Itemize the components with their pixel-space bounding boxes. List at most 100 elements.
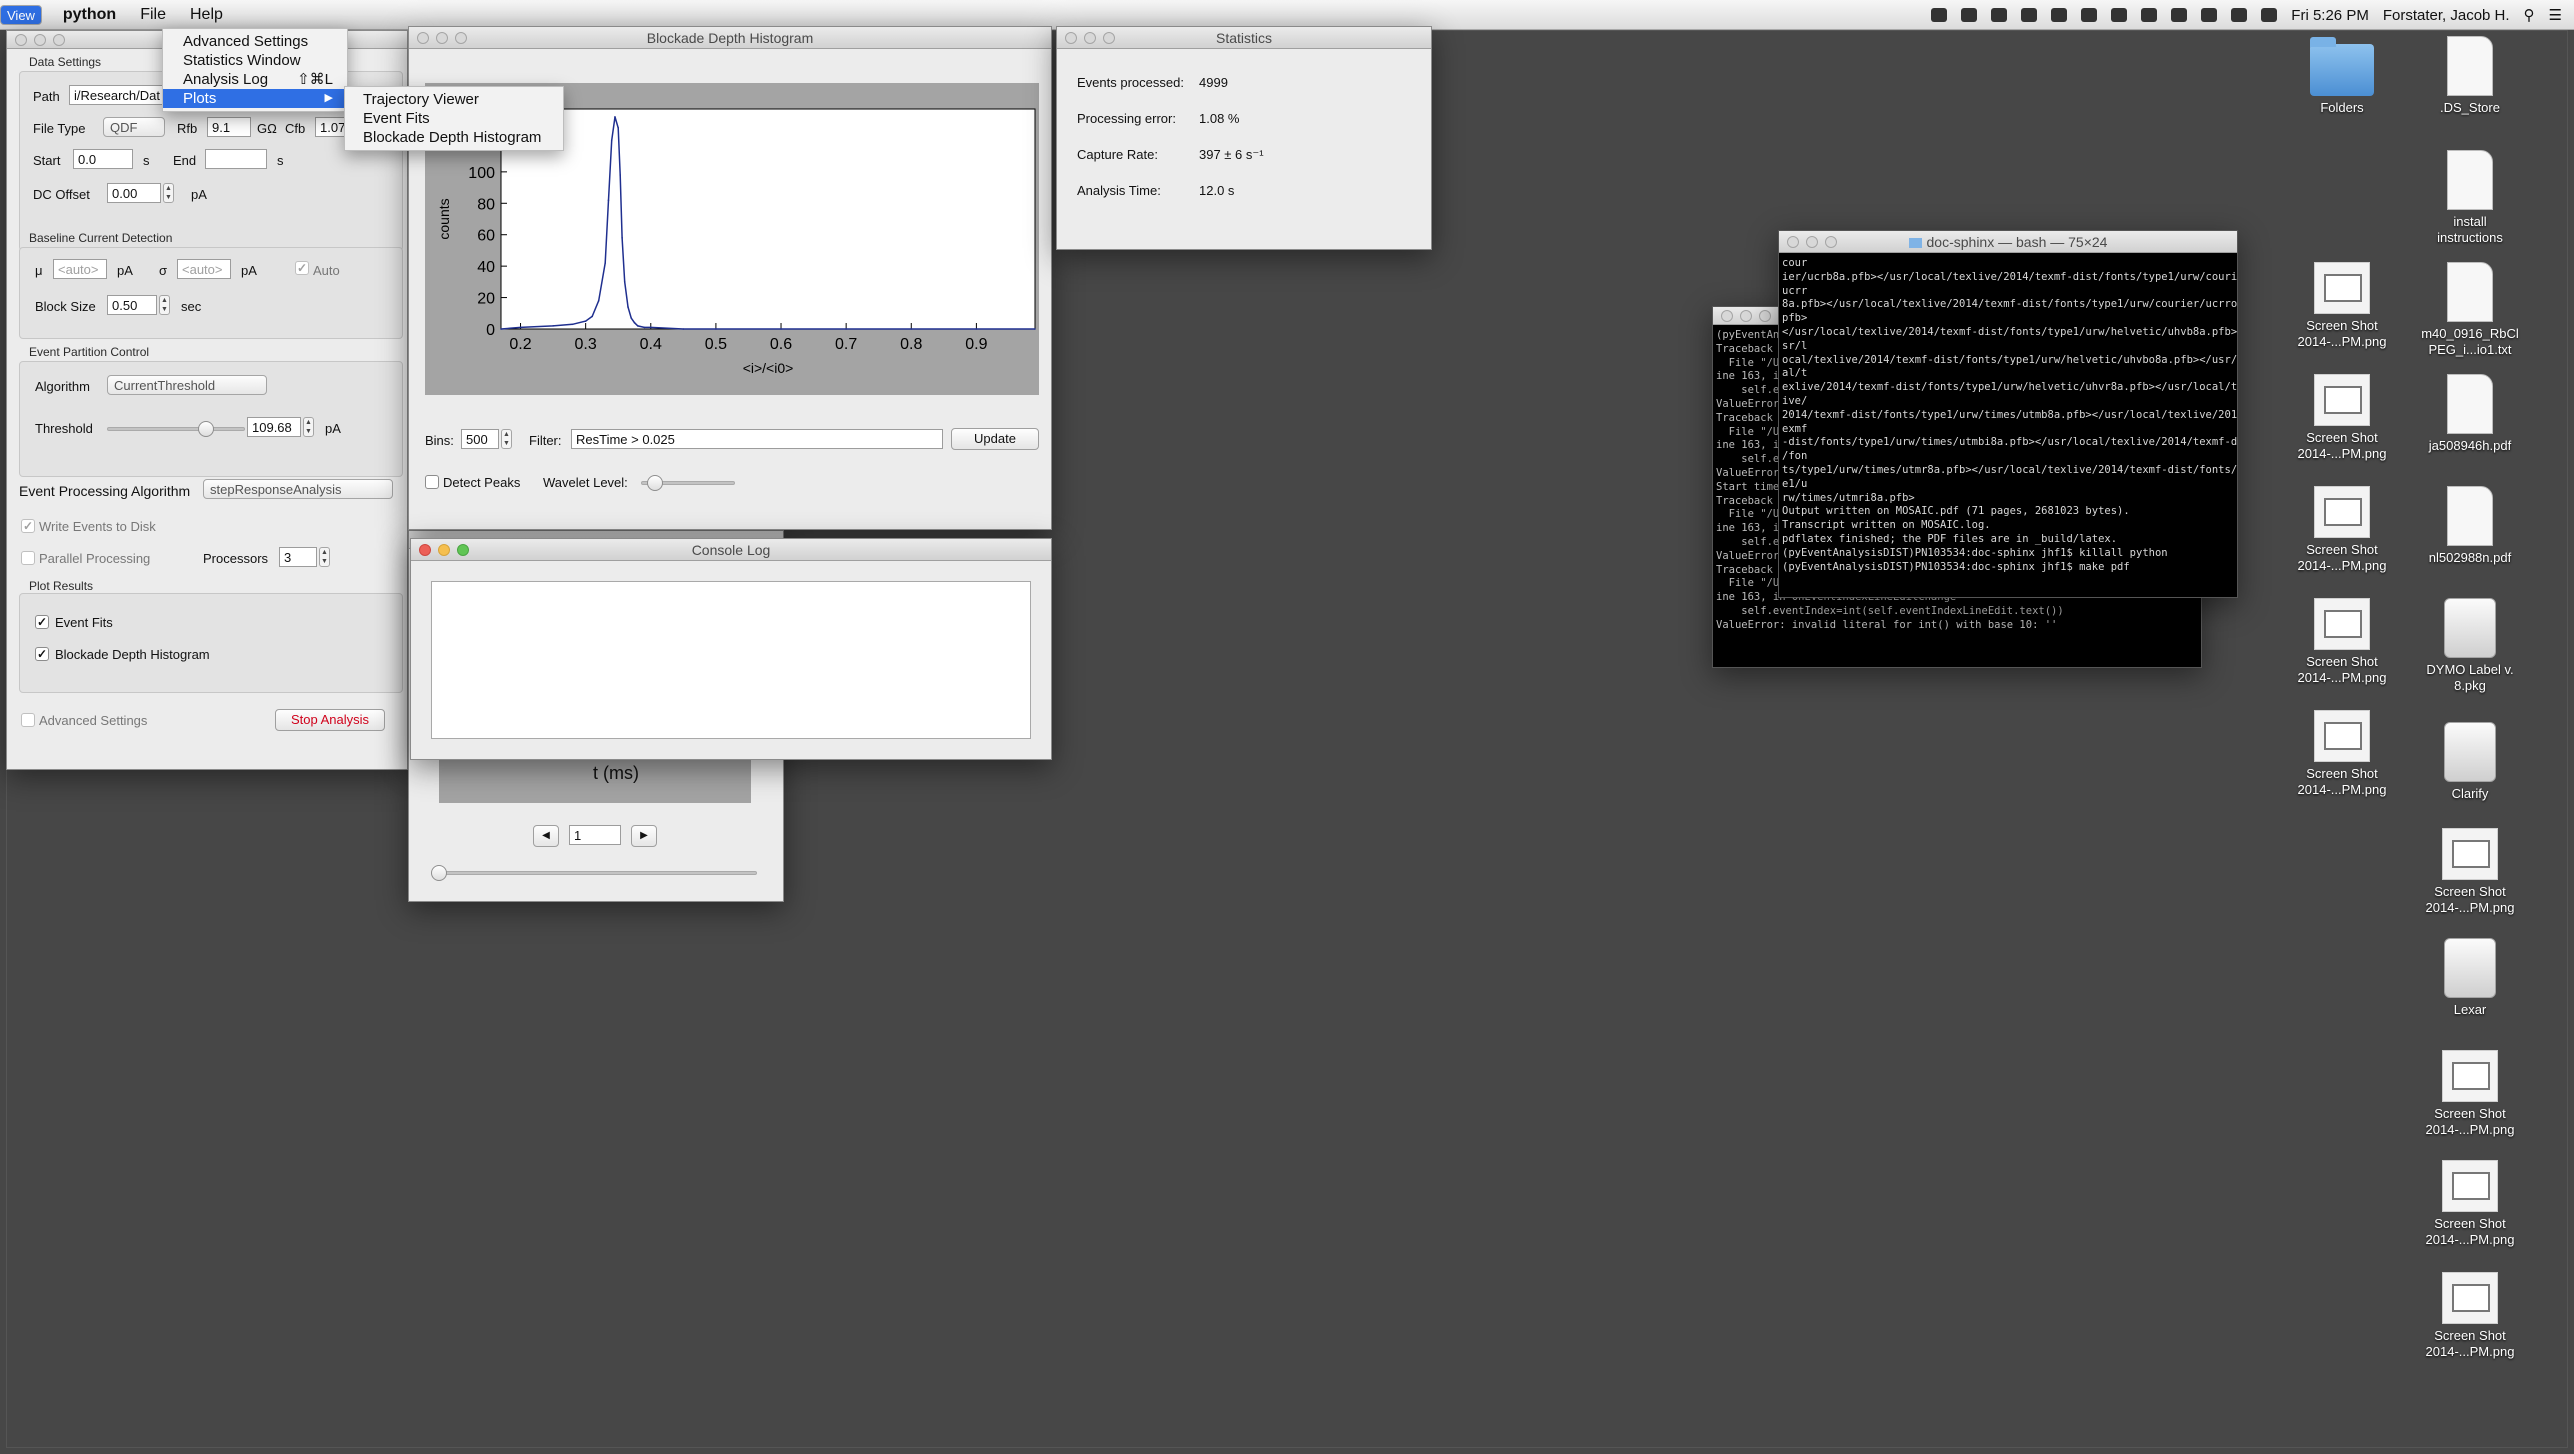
minimize-button[interactable]: [1740, 310, 1752, 322]
clock[interactable]: Fri 5:26 PM: [2291, 7, 2369, 24]
auto-checkbox[interactable]: ✓: [295, 261, 309, 275]
event-slider[interactable]: [433, 871, 757, 875]
file-type-select[interactable]: QDF: [103, 117, 165, 137]
processing-alg-select[interactable]: stepResponseAnalysis: [203, 479, 393, 499]
desktop-icon[interactable]: install instructions: [2420, 150, 2520, 246]
desktop-icon[interactable]: Folders: [2292, 37, 2392, 116]
desktop-icon[interactable]: DYMO Label v. 8.pkg: [2420, 598, 2520, 694]
title-bar[interactable]: Blockade Depth Histogram: [409, 27, 1051, 49]
algorithm-select[interactable]: CurrentThreshold: [107, 375, 267, 395]
close-button[interactable]: [417, 32, 429, 44]
desktop-icon[interactable]: Screen Shot 2014-...PM.png: [2292, 710, 2392, 798]
file-menu[interactable]: File: [128, 0, 178, 30]
close-button[interactable]: [1065, 32, 1077, 44]
menu-item-analysis-log[interactable]: Analysis Log ⇧⌘L: [163, 70, 347, 89]
zoom-button[interactable]: [1103, 32, 1115, 44]
terminal-output[interactable]: cour ier/ucrb8a.pfb></usr/local/texlive/2…: [1779, 257, 2237, 595]
desktop-icon[interactable]: Lexar: [2420, 938, 2520, 1018]
app-menu[interactable]: python: [51, 0, 128, 30]
processors-stepper[interactable]: ▲ ▼: [319, 547, 330, 567]
zoom-button[interactable]: [455, 32, 467, 44]
detect-peaks-checkbox[interactable]: [425, 475, 439, 489]
dc-offset-field[interactable]: 0.00: [107, 183, 161, 203]
desktop-icon[interactable]: Screen Shot 2014-...PM.png: [2420, 1272, 2520, 1360]
mu-field[interactable]: <auto>: [53, 259, 107, 279]
title-bar[interactable]: doc-sphinx — bash — 75×24: [1779, 231, 2237, 253]
desktop-icon[interactable]: Screen Shot 2014-...PM.png: [2420, 1050, 2520, 1138]
close-button[interactable]: [15, 34, 27, 46]
end-field[interactable]: [205, 149, 267, 169]
dc-offset-stepper[interactable]: ▲ ▼: [163, 183, 174, 203]
tray-icon[interactable]: [2141, 8, 2158, 22]
desktop-icon[interactable]: m40_0916_RbCl PEG_i...io1.txt: [2420, 262, 2520, 358]
advanced-settings-checkbox[interactable]: [21, 713, 35, 727]
desktop-icon[interactable]: Screen Shot 2014-...PM.png: [2420, 1160, 2520, 1248]
tray-icon[interactable]: [2081, 8, 2098, 22]
menu-item-advanced-settings[interactable]: Advanced Settings: [163, 32, 347, 51]
desktop-icon[interactable]: Screen Shot 2014-...PM.png: [2420, 828, 2520, 916]
zoom-button[interactable]: [1825, 236, 1837, 248]
tray-icon[interactable]: [1961, 8, 1978, 22]
menu-item-plots[interactable]: Plots ▶: [163, 89, 347, 108]
close-button[interactable]: [419, 544, 431, 556]
menu-item-trajectory-viewer[interactable]: Trajectory Viewer: [345, 90, 563, 109]
desktop-icon[interactable]: Screen Shot 2014-...PM.png: [2292, 598, 2392, 686]
title-bar[interactable]: Statistics: [1057, 27, 1431, 49]
title-bar[interactable]: Console Log: [411, 539, 1051, 561]
update-button[interactable]: Update: [951, 428, 1039, 450]
user-name[interactable]: Forstater, Jacob H.: [2383, 7, 2510, 24]
desktop-icon[interactable]: nl502988n.pdf: [2420, 486, 2520, 566]
block-size-stepper[interactable]: ▲ ▼: [159, 295, 170, 315]
tray-icon[interactable]: [2051, 8, 2068, 22]
event-slider-knob[interactable]: [431, 865, 447, 881]
wavelet-slider-knob[interactable]: [647, 475, 664, 491]
minimize-button[interactable]: [436, 32, 448, 44]
prev-event-button[interactable]: ◀: [533, 825, 559, 847]
desktop-icon[interactable]: .DS_Store: [2420, 36, 2520, 116]
tray-icon[interactable]: [2021, 8, 2038, 22]
parallel-checkbox[interactable]: [21, 551, 35, 565]
desktop-icon[interactable]: ja508946h.pdf: [2420, 374, 2520, 454]
zoom-button[interactable]: [457, 544, 469, 556]
desktop-icon[interactable]: Screen Shot 2014-...PM.png: [2292, 486, 2392, 574]
filter-field[interactable]: ResTime > 0.025: [571, 429, 943, 449]
volume-icon[interactable]: [2261, 8, 2278, 22]
desktop-icon[interactable]: Screen Shot 2014-...PM.png: [2292, 374, 2392, 462]
bins-field[interactable]: 500: [461, 429, 499, 449]
threshold-stepper[interactable]: ▲ ▼: [303, 417, 314, 437]
close-button[interactable]: [1787, 236, 1799, 248]
menu-item-event-fits[interactable]: Event Fits: [345, 109, 563, 128]
next-event-button[interactable]: ▶: [631, 825, 657, 847]
event-fits-checkbox[interactable]: ✓: [35, 615, 49, 629]
minimize-button[interactable]: [438, 544, 450, 556]
spotlight-icon[interactable]: ⚲: [2524, 6, 2535, 24]
rfb-field[interactable]: 9.1: [207, 117, 251, 137]
threshold-slider[interactable]: [107, 427, 245, 431]
desktop-icon[interactable]: Clarify: [2420, 722, 2520, 802]
zoom-button[interactable]: [53, 34, 65, 46]
minimize-button[interactable]: [1084, 32, 1096, 44]
minimize-button[interactable]: [1806, 236, 1818, 248]
block-size-field[interactable]: 0.50: [107, 295, 157, 315]
start-field[interactable]: 0.0: [73, 149, 133, 169]
menu-item-blockade-depth-histogram[interactable]: Blockade Depth Histogram: [345, 128, 563, 147]
tray-icon[interactable]: [1931, 8, 1948, 22]
notification-center-icon[interactable]: ☰: [2549, 6, 2562, 24]
view-menu[interactable]: View: [0, 4, 42, 25]
threshold-field[interactable]: 109.68: [247, 417, 301, 437]
write-events-checkbox[interactable]: ✓: [21, 519, 35, 533]
stop-analysis-button[interactable]: Stop Analysis: [275, 709, 385, 731]
tray-icon[interactable]: [2171, 8, 2188, 22]
tray-icon[interactable]: [1991, 8, 2008, 22]
close-button[interactable]: [1721, 310, 1733, 322]
console-text-area[interactable]: [431, 581, 1031, 739]
zoom-button[interactable]: [1759, 310, 1771, 322]
wifi-icon[interactable]: [2231, 8, 2248, 22]
menu-item-statistics-window[interactable]: Statistics Window: [163, 51, 347, 70]
blockade-hist-checkbox[interactable]: ✓: [35, 647, 49, 661]
bins-stepper[interactable]: ▲ ▼: [501, 429, 512, 449]
tray-icon[interactable]: [2111, 8, 2128, 22]
tray-icon[interactable]: [2201, 8, 2218, 22]
help-menu[interactable]: Help: [178, 0, 235, 30]
event-index-field[interactable]: 1: [569, 825, 621, 845]
